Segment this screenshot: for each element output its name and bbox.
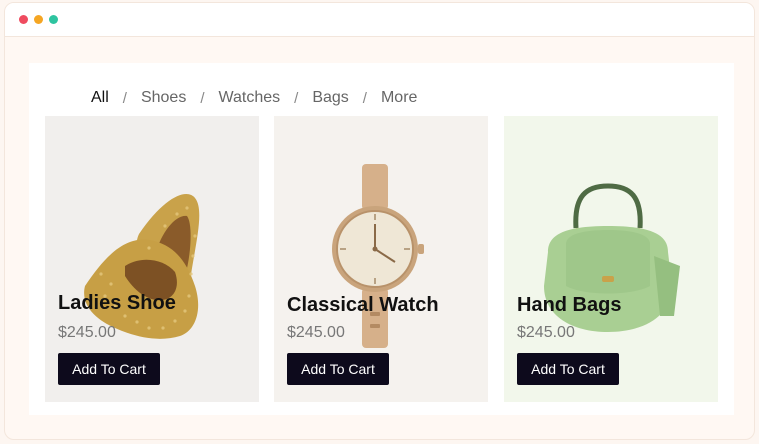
product-card-classical-watch[interactable]: Classical Watch $245.00 Add To Cart	[274, 116, 488, 402]
nav-item-shoes[interactable]: Shoes	[141, 89, 186, 107]
add-to-cart-button[interactable]: Add To Cart	[287, 353, 389, 385]
nav-item-more[interactable]: More	[381, 89, 417, 107]
product-card-ladies-shoe[interactable]: Ladies Shoe $245.00 Add To Cart	[45, 116, 259, 402]
nav-separator: /	[362, 89, 367, 107]
product-price: $245.00	[517, 324, 575, 341]
nav-separator: /	[200, 89, 205, 107]
add-to-cart-button[interactable]: Add To Cart	[58, 353, 160, 385]
nav-item-watches[interactable]: Watches	[219, 89, 281, 107]
zoom-window-button[interactable]	[49, 15, 58, 24]
browser-window: All / Shoes / Watches / Bags / More Ladi…	[4, 2, 755, 440]
nav-separator: /	[294, 89, 299, 107]
product-price: $245.00	[58, 324, 116, 341]
window-titlebar	[5, 3, 754, 37]
product-price: $245.00	[287, 324, 345, 341]
product-title: Classical Watch	[287, 294, 439, 316]
add-to-cart-button[interactable]: Add To Cart	[517, 353, 619, 385]
product-card-hand-bags[interactable]: Hand Bags $245.00 Add To Cart	[504, 116, 718, 402]
category-nav: All / Shoes / Watches / Bags / More	[91, 87, 417, 109]
product-title: Hand Bags	[517, 294, 622, 316]
minimize-window-button[interactable]	[34, 15, 43, 24]
close-window-button[interactable]	[19, 15, 28, 24]
product-panel: All / Shoes / Watches / Bags / More Ladi…	[29, 63, 734, 415]
nav-separator: /	[122, 89, 127, 107]
product-title: Ladies Shoe	[58, 292, 176, 314]
nav-item-bags[interactable]: Bags	[312, 89, 348, 107]
nav-item-all[interactable]: All	[91, 89, 109, 107]
